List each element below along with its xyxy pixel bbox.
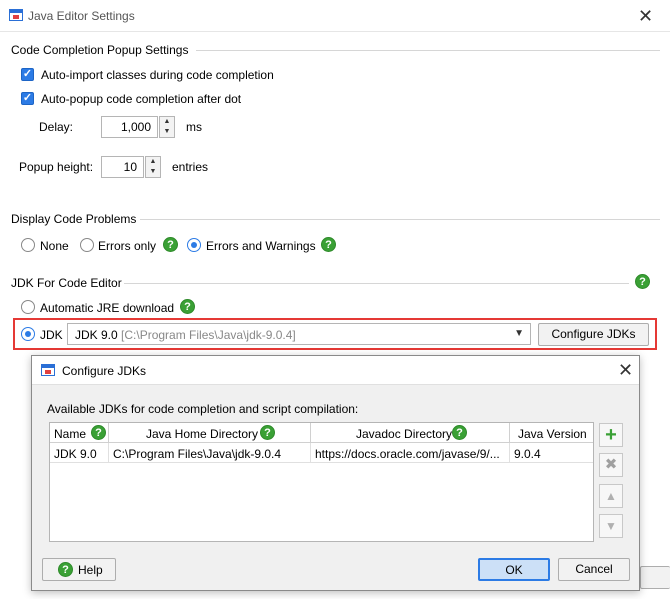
app-icon [41, 364, 55, 376]
dialog-title: Configure JDKs [62, 364, 147, 378]
jdk-select-path: [C:\Program Files\Java\jdk-9.0.4] [121, 328, 296, 342]
help-icon[interactable]: ? [321, 237, 336, 252]
radio-errors-only[interactable] [80, 238, 94, 252]
cell-text: https://docs.oracle.com/javase/9/... [315, 447, 500, 461]
column-header-label: Java Version [518, 427, 587, 441]
cell-text: JDK 9.0 [54, 447, 97, 461]
cell-java-home[interactable]: C:\Program Files\Java\jdk-9.0.4 [109, 443, 311, 463]
radio-jdk[interactable] [21, 327, 35, 341]
completion-divider [196, 50, 660, 51]
delay-input[interactable]: 1,000 [101, 116, 158, 138]
radio-errors-only-label: Errors only [98, 239, 157, 253]
cell-javadoc[interactable]: https://docs.oracle.com/javase/9/... [311, 443, 510, 463]
radio-errors-warnings[interactable] [187, 238, 201, 252]
problems-divider [140, 219, 660, 220]
radio-none-label: None [40, 239, 69, 253]
spinner-down-icon[interactable]: ▼ [146, 167, 160, 177]
auto-import-checkbox[interactable]: ✓ [21, 68, 34, 81]
ok-button[interactable]: OK [478, 558, 550, 581]
help-icon[interactable]: ? [180, 299, 195, 314]
radio-auto-jre[interactable] [21, 300, 35, 314]
radio-auto-jre-label: Automatic JRE download [40, 301, 175, 315]
column-header-label: Javadoc Directory [356, 427, 453, 441]
help-button[interactable]: ? Help [42, 558, 116, 581]
help-icon[interactable]: ? [260, 425, 275, 440]
configure-jdks-dialog: Configure JDKs ✕ Available JDKs for code… [31, 355, 640, 591]
chevron-down-icon[interactable]: ▼ [514, 328, 524, 339]
popup-height-unit: entries [172, 160, 209, 174]
completion-section-title: Code Completion Popup Settings [11, 43, 189, 57]
jdk-select-name: JDK 9.0 [75, 328, 118, 342]
column-header-label: Name [54, 427, 87, 441]
help-icon: ? [58, 562, 73, 577]
spinner-up-icon[interactable]: ▲ [160, 117, 174, 127]
delay-label: Delay: [39, 120, 74, 134]
column-header-label: Java Home Directory [146, 427, 259, 441]
jdk-divider [124, 283, 629, 284]
cell-name[interactable]: JDK 9.0 [50, 443, 109, 463]
jdk-select-value: JDK 9.0 [C:\Program Files\Java\jdk-9.0.4… [75, 328, 296, 342]
help-button-label: Help [78, 563, 103, 577]
problems-section-title: Display Code Problems [11, 212, 137, 226]
column-header-java-version[interactable]: Java Version [510, 423, 593, 443]
cell-text: 9.0.4 [514, 447, 541, 461]
jdk-table[interactable]: Name ? Java Home Directory ? Javadoc Dir… [49, 422, 594, 542]
jdk-section-title: JDK For Code Editor [11, 276, 122, 290]
cancel-button[interactable]: Cancel [558, 558, 630, 581]
help-icon[interactable]: ? [452, 425, 467, 440]
column-header-javadoc[interactable]: Javadoc Directory ? [311, 423, 510, 443]
move-down-icon[interactable]: ▼ [599, 514, 623, 538]
jdk-select[interactable]: JDK 9.0 [C:\Program Files\Java\jdk-9.0.4… [67, 323, 531, 345]
cell-text: C:\Program Files\Java\jdk-9.0.4 [113, 447, 282, 461]
help-icon[interactable]: ? [91, 425, 106, 440]
delay-unit: ms [186, 120, 202, 134]
dialog-description: Available JDKs for code completion and s… [47, 402, 359, 416]
spinner-up-icon[interactable]: ▲ [146, 157, 160, 167]
add-icon[interactable]: + [599, 423, 623, 447]
radio-jdk-label: JDK [40, 328, 63, 342]
popup-height-input[interactable]: 10 [101, 156, 144, 178]
dialog-title-bar: Configure JDKs ✕ [32, 356, 639, 385]
remove-icon[interactable]: ✖ [599, 453, 623, 477]
radio-errors-warnings-label: Errors and Warnings [206, 239, 316, 253]
radio-none[interactable] [21, 238, 35, 252]
cell-java-version[interactable]: 9.0.4 [510, 443, 593, 463]
popup-height-label: Popup height: [19, 160, 94, 174]
popup-height-spinner[interactable]: ▲ ▼ [145, 156, 161, 178]
column-header-java-home[interactable]: Java Home Directory ? [109, 423, 311, 443]
move-up-icon[interactable]: ▲ [599, 484, 623, 508]
window-title-bar: Java Editor Settings ✕ [0, 0, 670, 32]
help-icon[interactable]: ? [635, 274, 650, 289]
window-close-icon[interactable]: ✕ [638, 7, 653, 25]
auto-popup-label: Auto-popup code completion after dot [41, 92, 242, 106]
configure-jdks-button[interactable]: Configure JDKs [538, 323, 649, 346]
delay-spinner[interactable]: ▲ ▼ [159, 116, 175, 138]
auto-import-label: Auto-import classes during code completi… [41, 68, 274, 82]
app-icon [9, 9, 23, 21]
spinner-down-icon[interactable]: ▼ [160, 127, 174, 137]
dialog-close-icon[interactable]: ✕ [618, 361, 633, 379]
auto-popup-checkbox[interactable]: ✓ [21, 92, 34, 105]
column-header-name[interactable]: Name ? [50, 423, 109, 443]
help-icon[interactable]: ? [163, 237, 178, 252]
background-button-edge [640, 566, 670, 589]
window-title: Java Editor Settings [28, 9, 135, 23]
